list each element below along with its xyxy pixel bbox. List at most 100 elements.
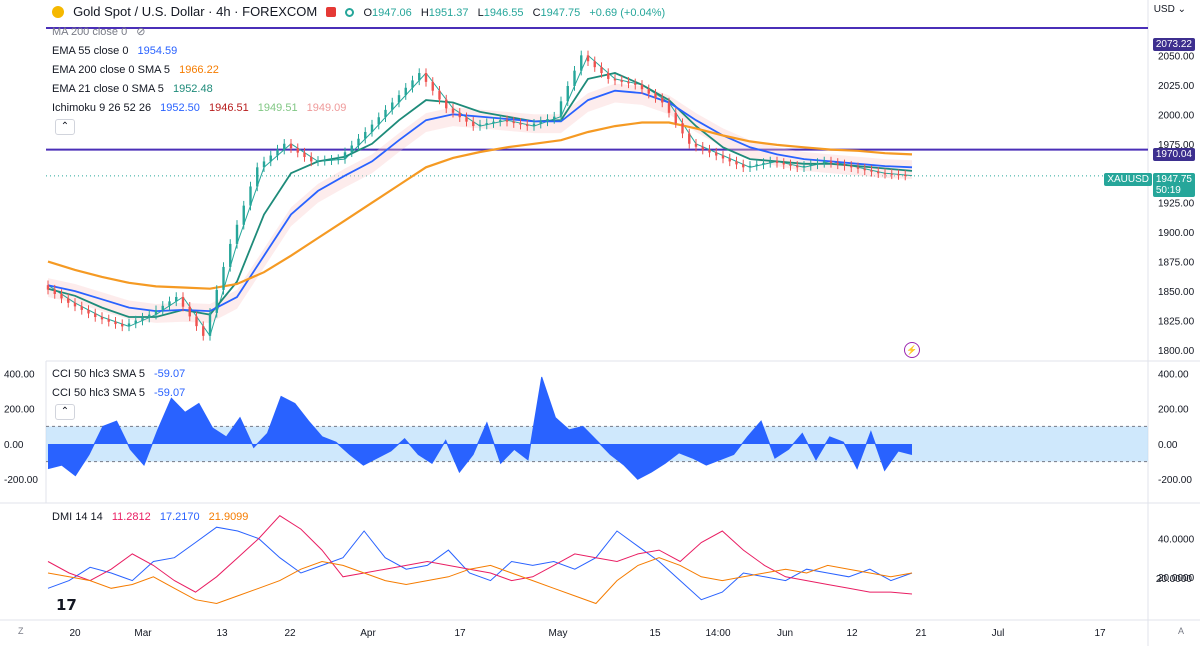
candle-body: [546, 119, 549, 122]
candle-body: [748, 165, 752, 168]
candle-body: [634, 83, 637, 85]
time-axis-label: 13: [216, 628, 228, 639]
currency-label: USD: [1153, 4, 1175, 15]
candle-body: [330, 159, 333, 161]
collapse-cci-legend-button[interactable]: ⌃: [55, 404, 75, 420]
candle-body: [728, 158, 731, 162]
candle-body: [890, 173, 893, 175]
candle-body: [134, 320, 137, 324]
candle-body: [809, 164, 812, 166]
candle-body: [499, 120, 502, 122]
ichimoku-legend[interactable]: Ichimoku 9 26 52 26 1952.50 1946.51 1949…: [52, 101, 352, 115]
candle-body: [620, 80, 623, 82]
candle-body: [181, 296, 185, 307]
candle-body: [647, 89, 650, 94]
remove-icon[interactable]: [326, 7, 337, 17]
candle-body: [559, 101, 563, 117]
candle-body: [742, 164, 745, 168]
cci2-legend[interactable]: CCI 50 hlc3 SMA 5 -59.07: [52, 386, 191, 400]
candle-body: [269, 155, 272, 162]
candle-body: [823, 161, 826, 163]
candle-body: [451, 108, 455, 113]
low-label: L: [477, 7, 484, 19]
candle-body: [438, 90, 441, 100]
candle-body: [100, 317, 104, 320]
chart-canvas[interactable]: 2050.002025.002000.001975.001925.001900.…: [0, 0, 1200, 646]
ema55-legend[interactable]: EMA 55 close 0 1954.59: [52, 44, 183, 58]
ema200-label: EMA 200 close 0 SMA 5: [52, 64, 171, 76]
candle-body: [640, 84, 644, 90]
time-axis-label: 15: [649, 628, 661, 639]
cci-axis-label: 400.00: [1158, 370, 1189, 381]
cci-left-axis-label: 0.00: [4, 440, 24, 451]
candle-body: [566, 86, 569, 102]
candle-body: [53, 289, 56, 295]
auto-scale-button[interactable]: A: [1178, 626, 1184, 636]
collapse-legend-button[interactable]: ⌃: [55, 119, 75, 135]
candle-body: [370, 124, 374, 132]
ichimoku-base-value: 1946.51: [208, 102, 249, 114]
symbol-title[interactable]: Gold Spot / U.S. Dollar · 4h · FOREXCOM: [73, 4, 317, 19]
candle-body: [816, 162, 819, 165]
candle-body: [539, 121, 542, 124]
price-series-line: [47, 121, 913, 290]
ichimoku-label: Ichimoku 9 26 52 26: [52, 102, 152, 114]
candle-body: [519, 123, 522, 125]
candle-body: [694, 143, 698, 147]
dmi-axis-label: 40.0000: [1158, 535, 1195, 546]
ema21-legend[interactable]: EMA 21 close 0 SMA 5 1952.48: [52, 82, 219, 96]
candle-body: [397, 95, 401, 103]
cci1-legend[interactable]: CCI 50 hlc3 SMA 5 -59.07: [52, 367, 191, 381]
candle-body: [735, 161, 738, 165]
price-axis-label: 1850.00: [1158, 287, 1195, 298]
candle-body: [458, 112, 461, 118]
lightning-alert-icon[interactable]: ⚡: [904, 342, 920, 358]
hidden-eye-icon[interactable]: ⊘: [136, 26, 145, 38]
candle-body: [667, 102, 671, 113]
candle-body: [532, 123, 536, 127]
candle-body: [485, 123, 488, 125]
candle-body: [364, 131, 367, 139]
tradingview-logo-icon[interactable]: 17: [56, 596, 77, 614]
ema21-value: 1952.48: [172, 83, 213, 95]
candle-body: [526, 124, 529, 127]
candle-body: [310, 157, 313, 162]
candle-body: [127, 323, 131, 327]
candle-body: [829, 161, 833, 163]
candle-body: [580, 55, 583, 71]
candle-body: [465, 117, 468, 122]
candle-body: [337, 159, 340, 161]
open-label: O: [363, 7, 372, 19]
candle-body: [445, 99, 448, 109]
ema55-value: 1954.59: [137, 45, 178, 57]
bar-countdown: 50:19: [1155, 185, 1181, 196]
candle-body: [762, 162, 765, 165]
trading-chart[interactable]: 2050.00 2025.00 2000.00 1975.00 1925.00 1900.…: [0, 0, 1200, 646]
cci-left-axis-label: 400.00: [4, 370, 35, 381]
candle-body: [769, 161, 772, 163]
candle-body: [357, 138, 360, 146]
price-axis-label: 1825.00: [1158, 317, 1195, 328]
currency-selector[interactable]: USD ⌄: [1154, 4, 1186, 15]
candle-body: [586, 55, 590, 62]
candle-body: [202, 326, 205, 336]
cci-axis-label: 0.00: [1158, 440, 1178, 451]
candle-body: [256, 167, 259, 187]
candle-body: [161, 305, 164, 311]
candle-body: [688, 133, 691, 144]
candle-body: [154, 310, 158, 315]
candle-body: [755, 164, 758, 166]
ma200-legend[interactable]: MA 200 close 0 ⊘: [52, 25, 152, 39]
candle-body: [60, 294, 63, 299]
candle-body: [856, 167, 860, 169]
dmi-legend[interactable]: DMI 14 14 11.2812 17.2170 21.9099: [52, 510, 254, 524]
time-axis-label: 20: [69, 628, 81, 639]
cci2-label: CCI 50 hlc3 SMA 5: [52, 387, 145, 399]
ema200-legend[interactable]: EMA 200 close 0 SMA 5 1966.22: [52, 63, 225, 77]
candle-body: [850, 165, 853, 168]
candle-body: [262, 161, 266, 168]
candle-body: [418, 73, 421, 81]
timezone-z-button[interactable]: Z: [18, 626, 24, 636]
ma200-label: MA 200 close 0: [52, 26, 128, 38]
candle-body: [283, 143, 286, 150]
